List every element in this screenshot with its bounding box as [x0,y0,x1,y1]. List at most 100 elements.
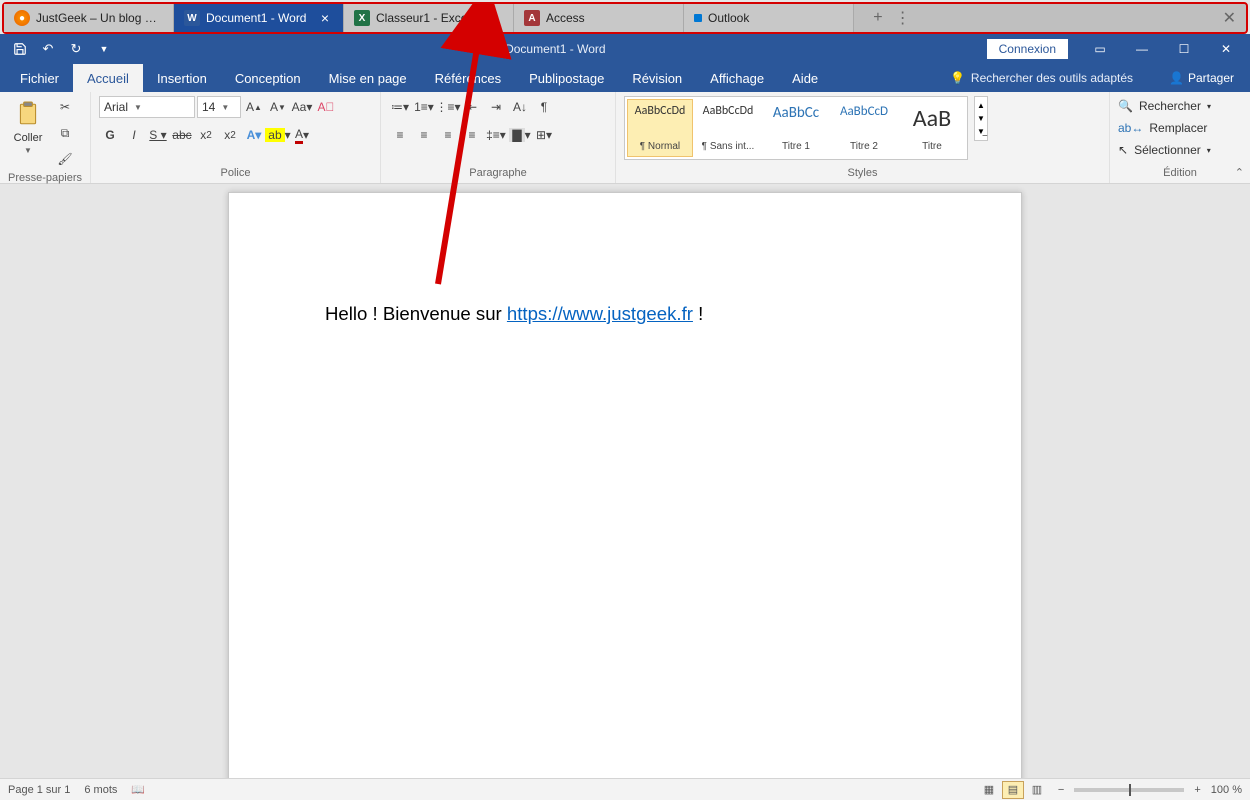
clear-formatting-icon[interactable]: A⃠ [315,96,337,118]
replace-button[interactable]: ab↔Remplacer [1118,118,1207,138]
qat-dropdown-icon[interactable]: ▼ [92,37,116,61]
word-count[interactable]: 6 mots [84,784,117,796]
more-styles-icon[interactable]: ▼̲ [977,127,985,136]
ribbon-display-icon[interactable]: ▭ [1080,35,1120,63]
access-icon: A [524,10,540,26]
tab-outlook[interactable]: Outlook [684,4,854,32]
doc-hyperlink[interactable]: https://www.justgeek.fr [507,303,693,324]
group-label: Presse-papiers [8,170,82,186]
share-button[interactable]: 👤 Partager [1149,71,1234,85]
scroll-down-icon[interactable]: ▼ [977,114,985,123]
redo-icon[interactable]: ↻ [64,37,88,61]
print-layout-icon[interactable]: ▤ [1002,781,1024,799]
italic-button[interactable]: I [123,124,145,146]
ribbon-tab-design[interactable]: Conception [221,64,315,92]
zoom-slider[interactable] [1074,788,1184,792]
font-size-combo[interactable]: 14▼ [197,96,241,118]
show-marks-icon[interactable]: ¶ [533,96,555,118]
group-label: Styles [624,165,1101,181]
bullets-icon[interactable]: ≔▾ [389,96,411,118]
ribbon-tab-mailings[interactable]: Publipostage [515,64,618,92]
maximize-icon[interactable]: ☐ [1164,35,1204,63]
close-icon[interactable]: ✕ [1206,35,1246,63]
document-body[interactable]: Hello ! Bienvenue sur https://www.justge… [229,193,1021,435]
ribbon-tab-layout[interactable]: Mise en page [315,64,421,92]
copy-icon[interactable]: ⧉ [54,122,76,144]
ribbon-tab-review[interactable]: Révision [618,64,696,92]
superscript-button[interactable]: x2 [219,124,241,146]
web-layout-icon[interactable]: ▥ [1026,781,1048,799]
styles-more[interactable]: ▲ ▼ ▼̲ [974,96,988,141]
justify-icon[interactable]: ≡ [461,124,483,146]
change-case-icon[interactable]: Aa▾ [291,96,313,118]
find-button[interactable]: 🔍Rechercher▾ [1118,96,1211,116]
align-left-icon[interactable]: ≡ [389,124,411,146]
tab-close-icon[interactable]: × [317,11,333,25]
tab-excel[interactable]: X Classeur1 - Excel [344,4,514,32]
select-button[interactable]: ↖Sélectionner▾ [1118,140,1211,160]
ribbon-tab-view[interactable]: Affichage [696,64,778,92]
collapse-ribbon-icon[interactable]: ⌃ [1235,166,1244,179]
line-spacing-icon[interactable]: ‡≡▾ [485,124,507,146]
ribbon-tab-insert[interactable]: Insertion [143,64,221,92]
tab-word[interactable]: W Document1 - Word × [174,4,344,32]
zoom-level[interactable]: 100 % [1211,784,1242,796]
style-heading2[interactable]: AaBbCcDTitre 2 [831,99,897,157]
paste-button[interactable]: Coller ▼ [8,96,48,157]
proofing-icon[interactable]: 📖 [131,783,145,796]
format-painter-icon[interactable]: 🖌 [54,148,76,170]
page-indicator[interactable]: Page 1 sur 1 [8,784,70,796]
underline-button[interactable]: S ▾ [147,124,169,146]
subscript-button[interactable]: x2 [195,124,217,146]
bold-button[interactable]: G [99,124,121,146]
font-color-icon[interactable]: A▾ [291,124,313,146]
increase-indent-icon[interactable]: ⇥ [485,96,507,118]
ribbon-tab-references[interactable]: Références [421,64,515,92]
tell-me-search[interactable]: 💡 Rechercher des outils adaptés [938,71,1145,85]
strikethrough-button[interactable]: abc [171,124,193,146]
style-no-spacing[interactable]: AaBbCcDd¶ Sans int... [695,99,761,157]
shrink-font-icon[interactable]: A▼ [267,96,289,118]
shading-icon[interactable]: ▇▾ [509,124,531,146]
sort-icon[interactable]: A↓ [509,96,531,118]
new-tab-button[interactable]: + [873,9,882,27]
scroll-up-icon[interactable]: ▲ [977,101,985,110]
page[interactable]: Hello ! Bienvenue sur https://www.justge… [228,192,1022,778]
group-styles: AaBbCcDd¶ Normal AaBbCcDd¶ Sans int... A… [616,92,1110,183]
styles-gallery[interactable]: AaBbCcDd¶ Normal AaBbCcDd¶ Sans int... A… [624,96,968,160]
ribbon-tab-home[interactable]: Accueil [73,64,143,92]
save-icon[interactable] [8,37,32,61]
multilevel-list-icon[interactable]: ⋮≡▾ [437,96,459,118]
style-heading1[interactable]: AaBbCcTitre 1 [763,99,829,157]
group-paragraph: ≔▾ 1≡▾ ⋮≡▾ ⇤ ⇥ A↓ ¶ ≡ ≡ ≡ ≡ ‡≡▾ ▇▾ ⊞▾ Pa… [381,92,616,183]
align-right-icon[interactable]: ≡ [437,124,459,146]
zoom-out-icon[interactable]: − [1058,784,1064,796]
tab-firefox[interactable]: ● JustGeek – Un blog geek ... [4,4,174,32]
window-close-icon[interactable]: ✕ [1223,8,1236,28]
align-center-icon[interactable]: ≡ [413,124,435,146]
ribbon-tab-help[interactable]: Aide [778,64,832,92]
document-area[interactable]: Hello ! Bienvenue sur https://www.justge… [0,186,1250,778]
numbering-icon[interactable]: 1≡▾ [413,96,435,118]
signin-button[interactable]: Connexion [987,39,1068,59]
titlebar-controls: Connexion ▭ — ☐ ✕ [987,35,1250,63]
tab-menu-icon[interactable]: ⋮ [895,8,911,28]
chevron-down-icon: ▼ [221,103,229,112]
lightbulb-icon: 💡 [950,71,965,85]
text-effects-icon[interactable]: A▾ [243,124,265,146]
read-mode-icon[interactable]: ▦ [978,781,1000,799]
font-name-combo[interactable]: Arial▼ [99,96,195,118]
undo-icon[interactable]: ↶ [36,37,60,61]
style-normal[interactable]: AaBbCcDd¶ Normal [627,99,693,157]
grow-font-icon[interactable]: A▲ [243,96,265,118]
decrease-indent-icon[interactable]: ⇤ [461,96,483,118]
minimize-icon[interactable]: — [1122,35,1162,63]
style-title[interactable]: AaBTitre [899,99,965,157]
tabbar-controls: + ⋮ ✕ [863,4,1246,32]
zoom-in-icon[interactable]: + [1194,784,1200,796]
borders-icon[interactable]: ⊞▾ [533,124,555,146]
tab-access[interactable]: A Access [514,4,684,32]
ribbon-tab-file[interactable]: Fichier [6,64,73,92]
cut-icon[interactable]: ✂ [54,96,76,118]
highlight-color-icon[interactable]: ab▾ [267,124,289,146]
